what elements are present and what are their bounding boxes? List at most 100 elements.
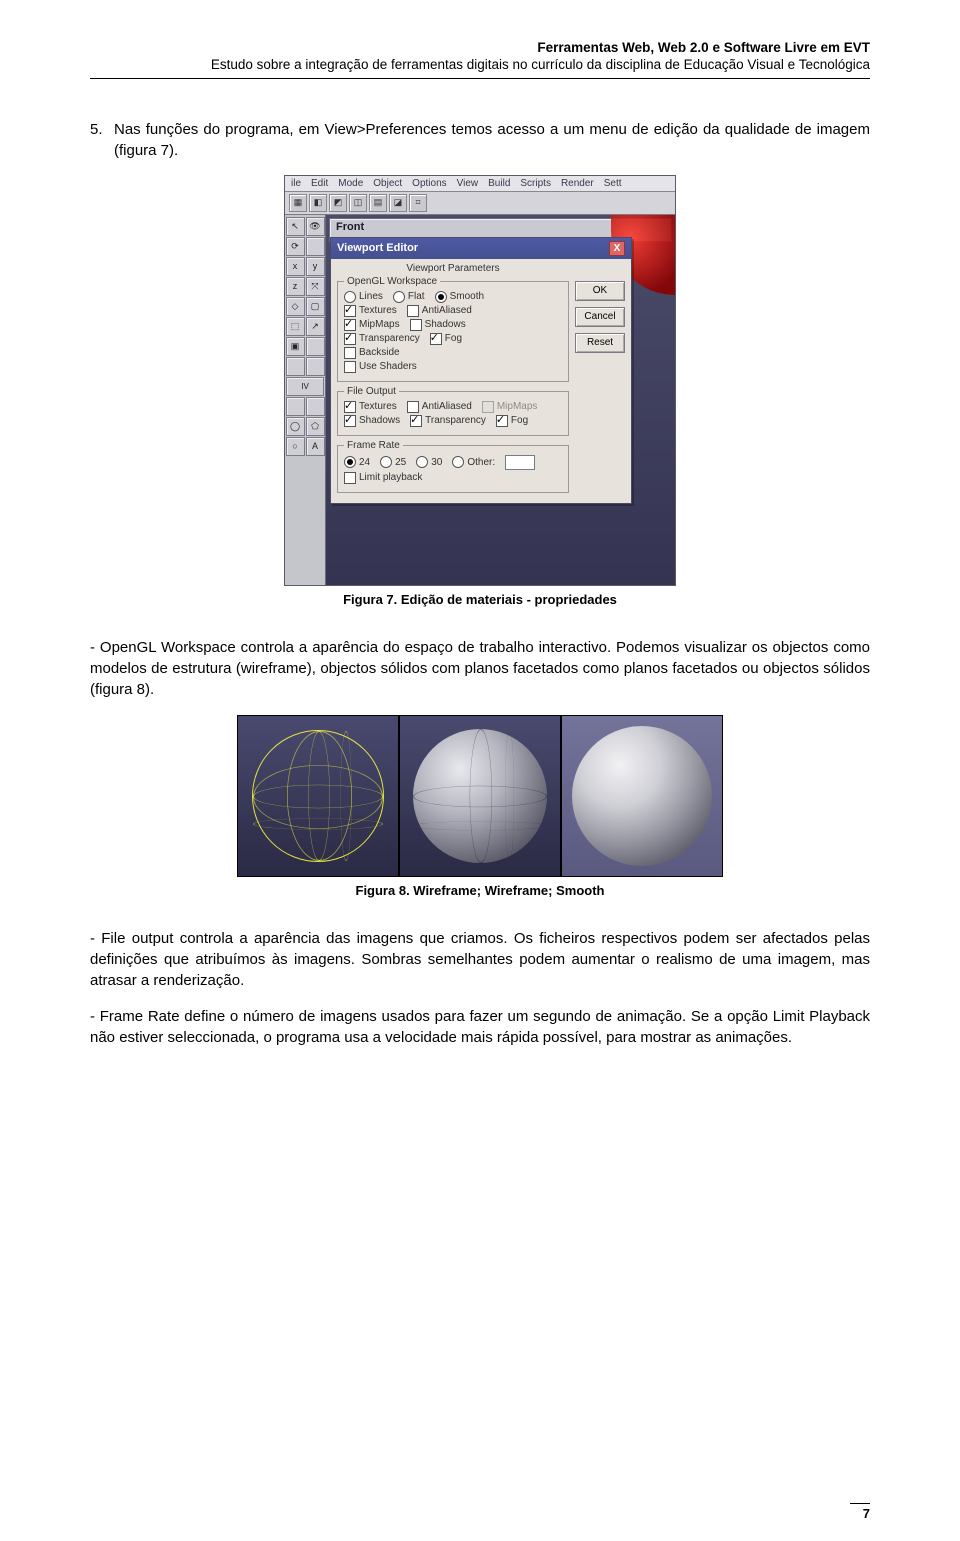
- menu-mode[interactable]: Mode: [338, 178, 363, 189]
- toolbar-icon[interactable]: ▦: [289, 194, 307, 212]
- tool-cursor-icon[interactable]: ↖: [286, 217, 305, 236]
- figure8-caption: Figura 8. Wireframe; Wireframe; Smooth: [90, 883, 870, 898]
- menu-scripts[interactable]: Scripts: [520, 178, 551, 189]
- smooth-pane: [561, 715, 723, 877]
- reset-button[interactable]: Reset: [575, 333, 625, 353]
- menu-options[interactable]: Options: [412, 178, 446, 189]
- left-toolbar: ↖👁 ⟳ xy z⤧ ◇▢ ⬚↗ ▣ IV ◯⬠ ○A: [285, 215, 326, 585]
- viewport-3d-area[interactable]: Front Viewport Editor X Viewport Paramet…: [326, 215, 675, 585]
- chk-useshaders[interactable]: Use Shaders: [344, 361, 417, 373]
- radio-lines[interactable]: Lines: [344, 291, 383, 303]
- toolbar-icon[interactable]: ◧: [309, 194, 327, 212]
- cancel-button[interactable]: Cancel: [575, 307, 625, 327]
- toolbar-icon[interactable]: ▤: [369, 194, 387, 212]
- wireframe-sphere: [252, 730, 384, 862]
- tool-y-icon[interactable]: y: [306, 257, 325, 276]
- viewport-editor-app: ile Edit Mode Object Options View Build …: [284, 175, 676, 586]
- dialog-title: Viewport Editor: [337, 242, 418, 254]
- group-legend: File Output: [344, 386, 399, 397]
- tool-btn[interactable]: [306, 357, 325, 376]
- list-text: Nas funções do programa, em View>Prefere…: [114, 119, 870, 161]
- page-number: 7: [850, 1503, 870, 1521]
- page-header: Ferramentas Web, Web 2.0 e Software Livr…: [90, 40, 870, 79]
- chk-textures[interactable]: Textures: [344, 305, 397, 317]
- tool-select-icon[interactable]: ⬚: [286, 317, 305, 336]
- tool-iv-label[interactable]: IV: [286, 377, 324, 396]
- header-line2: Estudo sobre a integração de ferramentas…: [90, 57, 870, 74]
- tool-btn[interactable]: [286, 357, 305, 376]
- framerate-other-input[interactable]: [505, 455, 535, 470]
- chk-shadows[interactable]: Shadows: [410, 319, 466, 331]
- figure8: [237, 715, 723, 877]
- intro-paragraph: 5. Nas funções do programa, em View>Pref…: [90, 119, 870, 161]
- wireframe-pane: [237, 715, 399, 877]
- radio-smooth[interactable]: Smooth: [435, 291, 484, 303]
- opengl-workspace-group: OpenGL Workspace Lines Flat Smooth Textu…: [337, 276, 569, 382]
- chk-fo-transparency[interactable]: Transparency: [410, 415, 486, 427]
- close-icon[interactable]: X: [609, 241, 625, 256]
- tool-shape-icon[interactable]: ◇: [286, 297, 305, 316]
- radio-25[interactable]: 25: [380, 456, 406, 468]
- tool-empty[interactable]: [306, 237, 325, 256]
- tool-btn[interactable]: [306, 337, 325, 356]
- chk-fog[interactable]: Fog: [430, 333, 462, 345]
- paragraph-framerate: - Frame Rate define o número de imagens …: [90, 1006, 870, 1048]
- tool-circle-icon[interactable]: ○: [286, 437, 305, 456]
- list-number: 5.: [90, 119, 114, 161]
- dialog-main: Viewport Parameters OpenGL Workspace Lin…: [337, 263, 569, 497]
- paragraph-opengl: - OpenGL Workspace controla a aparência …: [90, 637, 870, 700]
- ok-button[interactable]: OK: [575, 281, 625, 301]
- tool-rotate-icon[interactable]: ⟳: [286, 237, 305, 256]
- dialog-titlebar[interactable]: Viewport Editor X: [331, 238, 631, 259]
- menu-view[interactable]: View: [457, 178, 479, 189]
- tool-a-label[interactable]: A: [306, 437, 325, 456]
- group-legend: Frame Rate: [344, 440, 403, 451]
- tool-z-icon[interactable]: z: [286, 277, 305, 296]
- chk-fo-antialiased[interactable]: AntiAliased: [407, 401, 472, 413]
- app-body: ↖👁 ⟳ xy z⤧ ◇▢ ⬚↗ ▣ IV ◯⬠ ○A Front: [285, 215, 675, 585]
- tool-btn[interactable]: [306, 397, 325, 416]
- top-toolbar: ▦ ◧ ◩ ◫ ▤ ◪ ⌗: [285, 192, 675, 215]
- tool-axis-icon[interactable]: ⤧: [306, 277, 325, 296]
- toolbar-icon[interactable]: ⌗: [409, 194, 427, 212]
- chk-fo-fog[interactable]: Fog: [496, 415, 528, 427]
- radio-other[interactable]: Other:: [452, 456, 495, 468]
- viewport-editor-dialog: Viewport Editor X Viewport Parameters Op…: [330, 237, 632, 504]
- tool-shape-icon[interactable]: ▢: [306, 297, 325, 316]
- menu-render[interactable]: Render: [561, 178, 594, 189]
- paragraph-fileoutput: - File output controla a aparência das i…: [90, 928, 870, 991]
- tool-sphere-icon[interactable]: ◯: [286, 417, 305, 436]
- smooth-sphere: [572, 726, 712, 866]
- toolbar-icon[interactable]: ◫: [349, 194, 367, 212]
- group-legend: OpenGL Workspace: [344, 276, 440, 287]
- header-line1: Ferramentas Web, Web 2.0 e Software Livr…: [90, 40, 870, 57]
- dialog-buttons: OK Cancel Reset: [575, 263, 625, 497]
- chk-transparency[interactable]: Transparency: [344, 333, 420, 345]
- menu-settings[interactable]: Sett: [604, 178, 622, 189]
- figure7-wrap: ile Edit Mode Object Options View Build …: [90, 175, 870, 586]
- chk-mipmaps[interactable]: MipMaps: [344, 319, 400, 331]
- tool-x-icon[interactable]: x: [286, 257, 305, 276]
- chk-fo-shadows[interactable]: Shadows: [344, 415, 400, 427]
- tool-btn[interactable]: [286, 397, 305, 416]
- chk-backside[interactable]: Backside: [344, 347, 400, 359]
- radio-flat[interactable]: Flat: [393, 291, 425, 303]
- tool-cube-icon[interactable]: ▣: [286, 337, 305, 356]
- menu-build[interactable]: Build: [488, 178, 510, 189]
- radio-24[interactable]: 24: [344, 456, 370, 468]
- menu-file[interactable]: ile: [291, 178, 301, 189]
- chk-antialiased[interactable]: AntiAliased: [407, 305, 472, 317]
- chk-fo-textures[interactable]: Textures: [344, 401, 397, 413]
- faceted-sphere: [413, 729, 547, 863]
- toolbar-icon[interactable]: ◩: [329, 194, 347, 212]
- chk-limit-playback[interactable]: Limit playback: [344, 472, 422, 484]
- menu-object[interactable]: Object: [373, 178, 402, 189]
- tool-eye-icon[interactable]: 👁: [306, 217, 325, 236]
- toolbar-icon[interactable]: ◪: [389, 194, 407, 212]
- menubar[interactable]: ile Edit Mode Object Options View Build …: [285, 176, 675, 192]
- tool-poly-icon[interactable]: ⬠: [306, 417, 325, 436]
- radio-30[interactable]: 30: [416, 456, 442, 468]
- file-output-group: File Output Textures AntiAliased MipMaps…: [337, 386, 569, 436]
- menu-edit[interactable]: Edit: [311, 178, 328, 189]
- tool-arrow-icon[interactable]: ↗: [306, 317, 325, 336]
